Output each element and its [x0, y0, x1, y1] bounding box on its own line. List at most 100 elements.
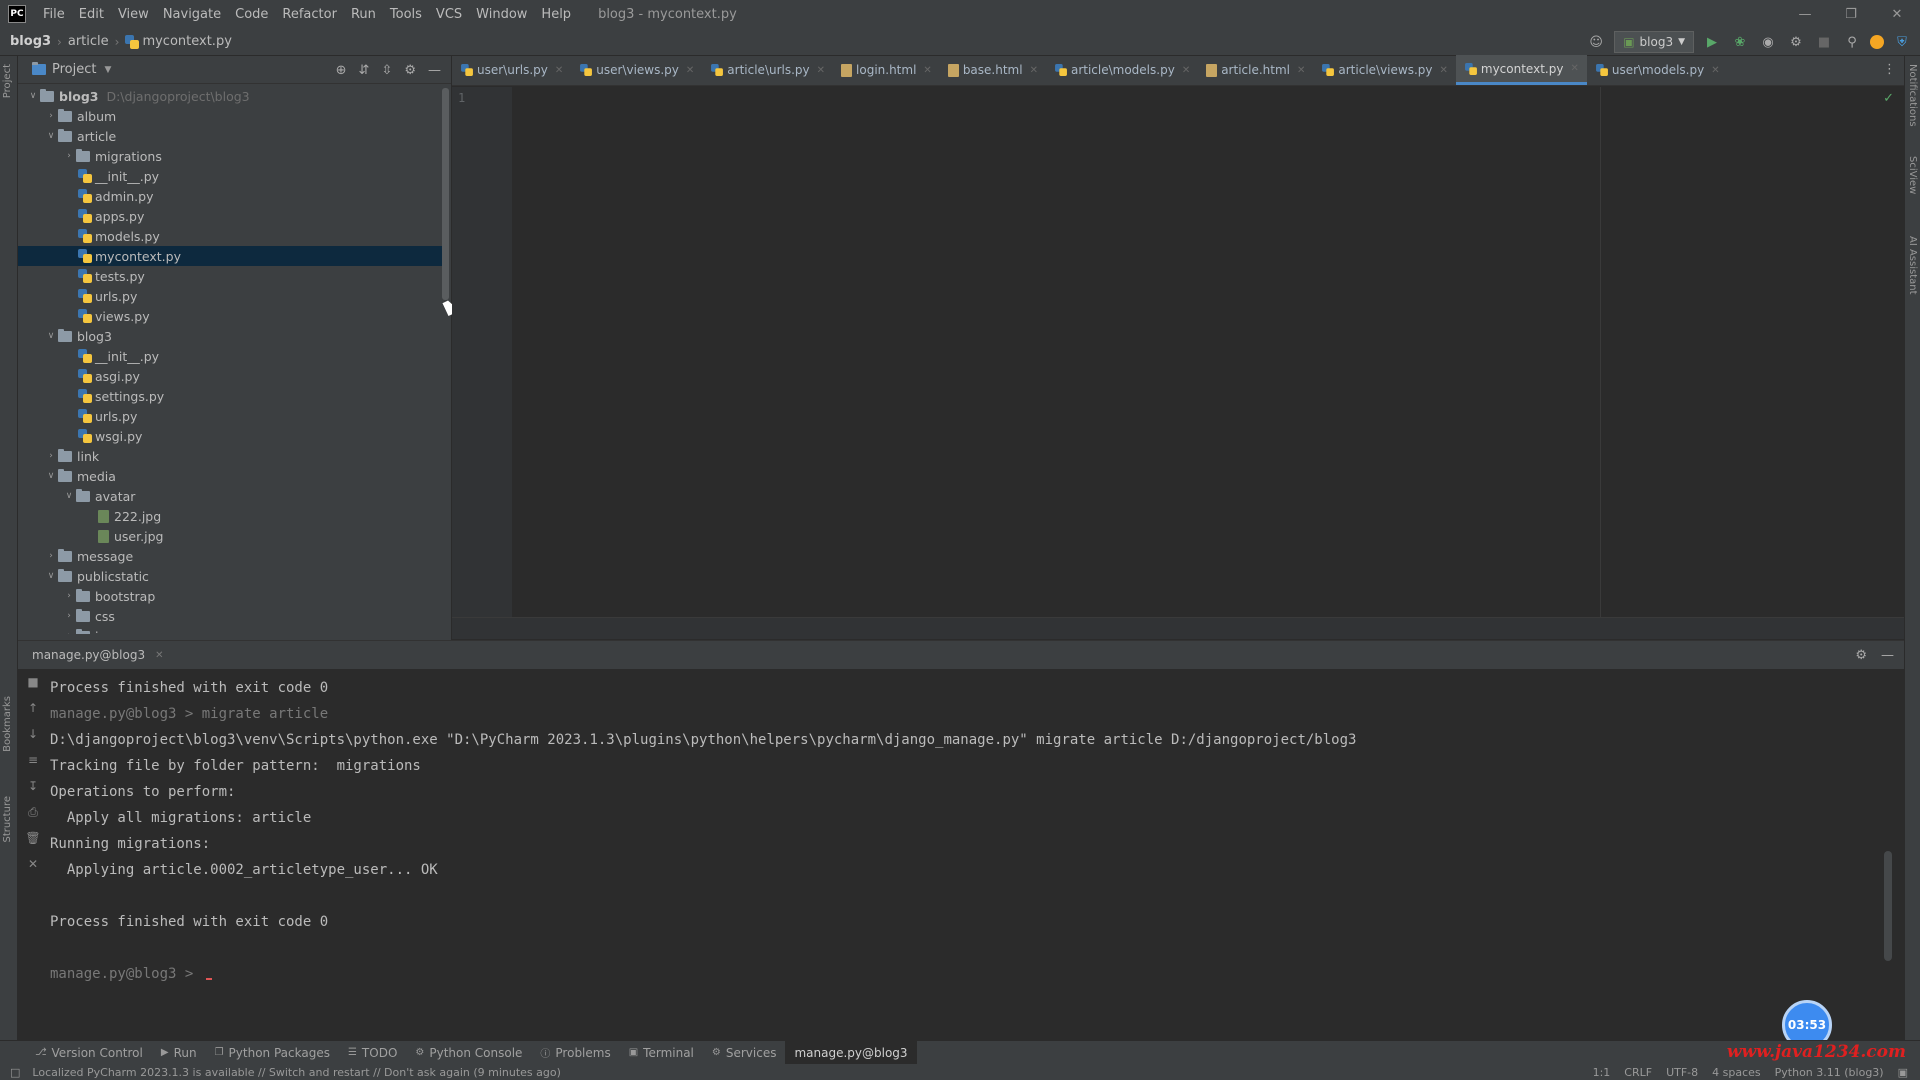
tree-item-bootstrap[interactable]: › bootstrap [18, 586, 448, 606]
chevron-down-icon[interactable]: ▼ [104, 65, 111, 75]
locate-file-icon[interactable]: ⊕ [336, 63, 347, 78]
tree-item-migrations[interactable]: › migrations [18, 146, 448, 166]
python-interpreter[interactable]: Python 3.11 (blog3) [1775, 1066, 1884, 1079]
tab-base-html[interactable]: base.html ✕ [940, 55, 1046, 85]
hide-panel-icon[interactable]: — [428, 63, 441, 78]
project-tool-button[interactable]: Project [2, 64, 13, 98]
bookmarks-tool-button[interactable]: Bookmarks [2, 696, 13, 752]
chevron-down-icon[interactable]: ∨ [44, 471, 58, 481]
caret-position[interactable]: 1:1 [1593, 1066, 1611, 1079]
tree-item-css[interactable]: › css [18, 606, 448, 626]
project-view-select[interactable]: Project [52, 62, 96, 77]
tree-item-avatar[interactable]: ∨ avatar [18, 486, 448, 506]
breadcrumb-project[interactable]: blog3 [10, 34, 51, 49]
pycharm-logo-icon[interactable]: PC [8, 5, 26, 23]
toolwindow-services[interactable]: ⚙ Services [703, 1041, 786, 1065]
tab-article-views-py[interactable]: article\views.py ✕ [1313, 55, 1456, 85]
toolwindow-run[interactable]: ▶ Run [152, 1041, 206, 1065]
tree-item-album[interactable]: › album [18, 106, 448, 126]
run-tab-manage[interactable]: manage.py@blog3 [26, 648, 151, 662]
updates-icon[interactable] [1870, 35, 1884, 49]
tab-login-html[interactable]: login.html ✕ [833, 55, 940, 85]
tab-user-views-py[interactable]: user\views.py ✕ [571, 55, 702, 85]
toolwindow-manage-py-blog3[interactable]: manage.py@blog3 [785, 1040, 917, 1065]
close-tab-icon[interactable]: ✕ [817, 65, 825, 76]
chevron-right-icon[interactable]: › [44, 451, 58, 461]
search-icon[interactable]: ⚲ [1842, 32, 1862, 52]
chevron-right-icon[interactable]: › [62, 631, 76, 634]
debug-icon[interactable]: ❀ [1730, 32, 1750, 52]
settings-gear-icon[interactable]: ⚙ [1855, 648, 1867, 663]
close-icon[interactable]: ✕ [1874, 0, 1920, 28]
close-tab-icon[interactable]: ✕ [1440, 65, 1448, 76]
indent-setting[interactable]: 4 spaces [1712, 1066, 1761, 1079]
delete-icon[interactable]: 🗑 [18, 825, 48, 851]
down-arrow-icon[interactable]: ↓ [18, 721, 48, 747]
no-problems-check-icon[interactable]: ✓ [1883, 91, 1894, 106]
close-tab-icon[interactable]: ✕ [1711, 65, 1719, 76]
tree-item-init-py[interactable]: __init__.py [18, 346, 448, 366]
print-icon[interactable]: ⎙ [18, 799, 48, 825]
ai-assistant-tool-button[interactable]: AI Assistant [1907, 236, 1918, 295]
menu-window[interactable]: Window [469, 7, 534, 22]
tree-item-settings-py[interactable]: settings.py [18, 386, 448, 406]
sciview-tool-button[interactable]: SciView [1907, 156, 1918, 194]
scroll-to-end-icon[interactable]: ↧ [18, 773, 48, 799]
chevron-down-icon[interactable]: ∨ [26, 91, 40, 101]
up-arrow-icon[interactable]: ↑ [18, 695, 48, 721]
toolwindow-python-console[interactable]: ⚙ Python Console [406, 1041, 531, 1065]
tree-item-asgi-py[interactable]: asgi.py [18, 366, 448, 386]
tab-user-urls-py[interactable]: user\urls.py ✕ [452, 55, 571, 85]
menu-run[interactable]: Run [344, 7, 383, 22]
chevron-down-icon[interactable]: ∨ [62, 491, 76, 501]
tree-item-blog3[interactable]: ∨ blog3 [18, 326, 448, 346]
close-tab-icon[interactable]: ✕ [555, 65, 563, 76]
structure-tool-button[interactable]: Structure [2, 796, 13, 843]
chevron-right-icon[interactable]: › [44, 111, 58, 121]
tab-article-html[interactable]: article.html ✕ [1198, 55, 1313, 85]
tree-item-urls-py[interactable]: urls.py [18, 286, 448, 306]
project-tree-scrollbar[interactable] [442, 88, 449, 300]
chevron-down-icon[interactable]: ∨ [44, 331, 58, 341]
tree-item-article[interactable]: ∨ article [18, 126, 448, 146]
soft-wrap-icon[interactable]: ≡ [18, 747, 48, 773]
tree-item-views-py[interactable]: views.py [18, 306, 448, 326]
breadcrumb-file[interactable]: mycontext.py [142, 34, 231, 49]
tab-user-models-py[interactable]: user\models.py ✕ [1587, 55, 1728, 85]
profile-icon[interactable]: ⚙ [1786, 32, 1806, 52]
tab-article-models-py[interactable]: article\models.py ✕ [1046, 55, 1198, 85]
menu-file[interactable]: File [36, 7, 72, 22]
coverage-icon[interactable]: ◉ [1758, 32, 1778, 52]
more-tabs-icon[interactable]: ⋮ [1883, 62, 1896, 77]
file-encoding[interactable]: UTF-8 [1666, 1066, 1698, 1079]
hide-panel-icon[interactable]: — [1881, 648, 1894, 663]
tree-item-init-py[interactable]: __init__.py [18, 166, 448, 186]
account-icon[interactable]: ☺ [1586, 32, 1606, 52]
chevron-right-icon[interactable]: › [62, 591, 76, 601]
console-output[interactable]: Process finished with exit code 0 manage.… [50, 675, 1870, 1035]
stop-icon[interactable]: ■ [18, 669, 48, 695]
close-icon[interactable]: ✕ [155, 650, 163, 661]
tree-item-models-py[interactable]: models.py [18, 226, 448, 246]
tree-item-link[interactable]: › link [18, 446, 448, 466]
close-tab-icon[interactable]: ✕ [1570, 63, 1578, 74]
menu-tools[interactable]: Tools [383, 7, 429, 22]
tree-item-wsgi-py[interactable]: wsgi.py [18, 426, 448, 446]
tree-item-222-jpg[interactable]: 222.jpg [18, 506, 448, 526]
tree-item-message[interactable]: › message [18, 546, 448, 566]
line-separator[interactable]: CRLF [1624, 1066, 1652, 1079]
console-scrollbar[interactable] [1884, 851, 1892, 961]
menu-help[interactable]: Help [534, 7, 578, 22]
toolwindow-terminal[interactable]: ▣ Terminal [620, 1041, 703, 1065]
toolwindow-version-control[interactable]: ⎇ Version Control [26, 1041, 152, 1065]
tree-item-blog3[interactable]: ∨ blog3 D:\djangoproject\blog3 [18, 86, 448, 106]
close-tab-icon[interactable]: ✕ [686, 65, 694, 76]
close-tab-icon[interactable]: ✕ [1030, 65, 1038, 76]
settings-gear-icon[interactable]: ⚙ [404, 63, 416, 78]
toolwindow-python-packages[interactable]: ❐ Python Packages [206, 1041, 339, 1065]
close-tab-icon[interactable]: ✕ [1182, 65, 1190, 76]
tab-mycontext-py[interactable]: mycontext.py ✕ [1455, 55, 1587, 85]
notifications-tool-button[interactable]: Notifications [1907, 64, 1918, 127]
code-editor[interactable]: 1 ✓ [452, 87, 1904, 617]
status-toggle-icon[interactable]: □ [10, 1066, 20, 1079]
